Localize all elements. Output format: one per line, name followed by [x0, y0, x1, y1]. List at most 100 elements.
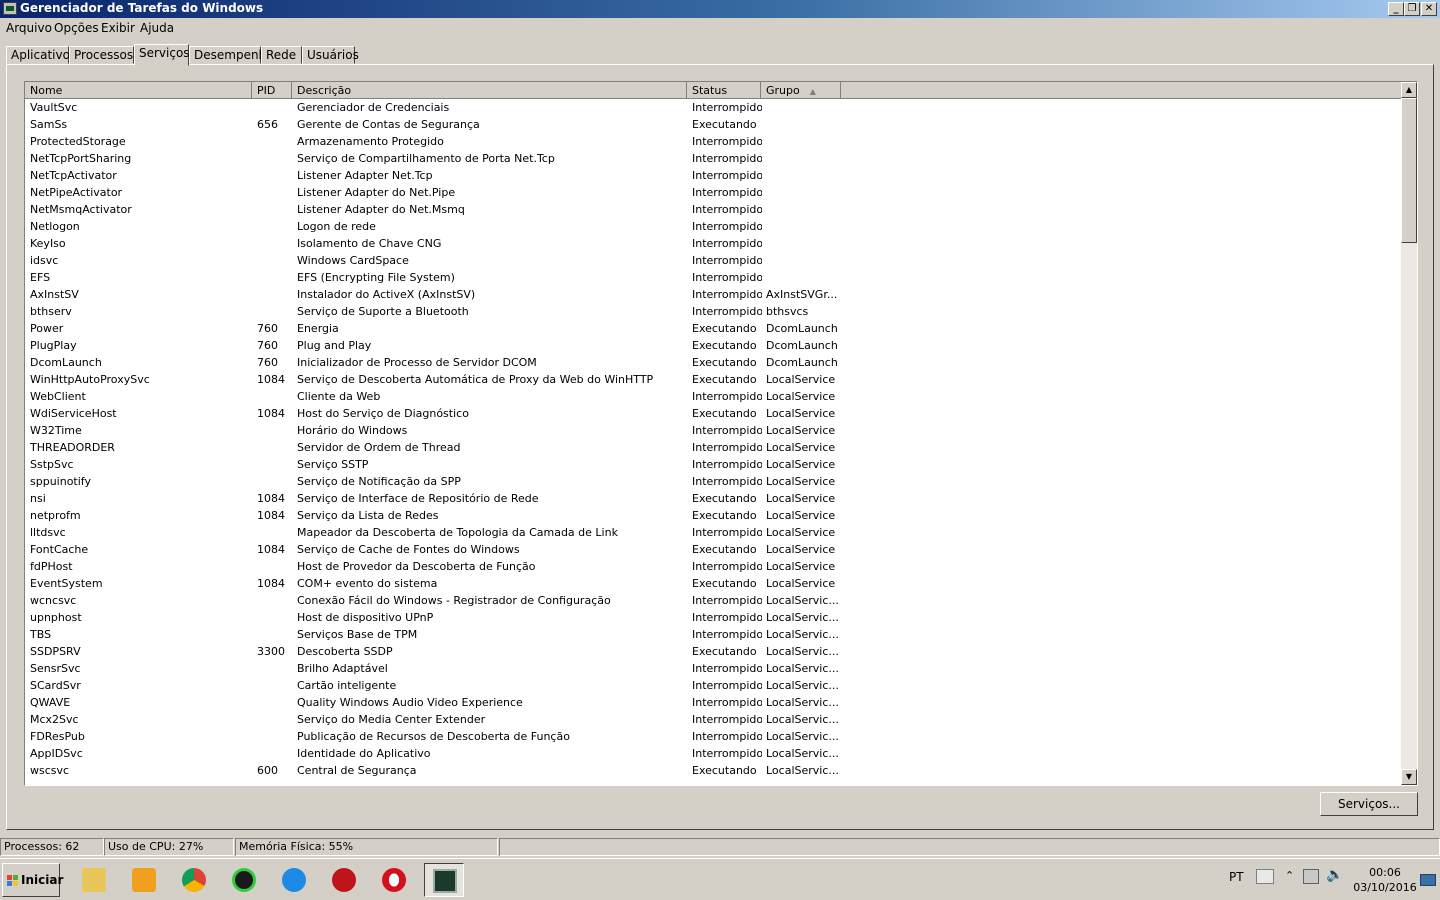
column-header-descricao[interactable]: Descrição [292, 82, 687, 99]
table-row[interactable]: Power 760 Energia Executando DcomLaunch [25, 320, 1401, 337]
table-row[interactable]: NetTcpActivator Listener Adapter Net.Tcp I… [25, 167, 1401, 184]
show-hidden-icons-icon[interactable]: ⌃ [1285, 869, 1294, 882]
minimize-button[interactable]: _ [1388, 2, 1404, 16]
service-name: SensrSvc [30, 662, 81, 675]
service-name: FontCache [30, 543, 89, 556]
table-row[interactable]: WinHttpAutoProxySvc 1084 Serviço de Descob… [25, 371, 1401, 388]
scroll-down-button[interactable]: ▼ [1401, 769, 1417, 785]
vertical-scrollbar[interactable]: ▲ ▼ [1401, 82, 1417, 785]
column-header-nome[interactable]: Nome [25, 82, 252, 99]
service-status: Interrompido [692, 560, 762, 573]
service-status: Interrompido [692, 594, 762, 607]
tab-aplicativos[interactable]: Aplicativos [6, 46, 76, 64]
table-row[interactable]: QWAVE Quality Windows Audio Video Experie… [25, 694, 1401, 711]
table-row[interactable]: NetMsmqActivator Listener Adapter do Net.… [25, 201, 1401, 218]
service-name: ProtectedStorage [30, 135, 126, 148]
table-row[interactable]: NetPipeActivator Listener Adapter do Net.… [25, 184, 1401, 201]
show-desktop-icon[interactable] [1420, 874, 1436, 886]
tab-servicos[interactable]: Serviços [134, 44, 190, 66]
table-row[interactable]: WdiServiceHost 1084 Host do Serviço de Dia… [25, 405, 1401, 422]
table-row[interactable]: bthserv Serviço de Suporte a Bluetooth Int… [25, 303, 1401, 320]
table-row[interactable]: THREADORDER Servidor de Ordem de Thread In… [25, 439, 1401, 456]
scroll-up-button[interactable]: ▲ [1401, 82, 1417, 98]
service-group: LocalService [766, 373, 836, 386]
table-row[interactable]: lltdsvc Mapeador da Descoberta de Topolog… [25, 524, 1401, 541]
table-row[interactable]: VaultSvc Gerenciador de Credenciais Interr… [25, 99, 1401, 116]
language-indicator[interactable]: PT [1229, 870, 1244, 884]
taskbar-app-chrome[interactable] [174, 863, 214, 897]
table-row[interactable]: FDResPub Publicação de Recursos de Descob… [25, 728, 1401, 745]
table-row[interactable]: sppuinotify Serviço de Notificação da SPP… [25, 473, 1401, 490]
tab-processos[interactable]: Processos [69, 46, 134, 64]
table-row[interactable]: ProtectedStorage Armazenamento Protegido I… [25, 133, 1401, 150]
taskbar-app-red-app[interactable] [324, 863, 364, 897]
keyboard-icon[interactable] [1256, 869, 1274, 884]
service-name: sppuinotify [30, 475, 91, 488]
taskbar-app-blue-app[interactable] [274, 863, 314, 897]
table-row[interactable]: SensrSvc Brilho Adaptável Interrompido Loca… [25, 660, 1401, 677]
menu-exibir[interactable]: Exibir [101, 21, 135, 35]
table-row[interactable]: nsi 1084 Serviço de Interface de Repositór… [25, 490, 1401, 507]
table-row[interactable]: EFS EFS (Encrypting File System) Interromp… [25, 269, 1401, 286]
table-row[interactable]: FontCache 1084 Serviço de Cache de Fontes … [25, 541, 1401, 558]
table-row[interactable]: SamSs 656 Gerente de Contas de Segurança Ex… [25, 116, 1401, 133]
taskbar-app-opera[interactable] [374, 863, 414, 897]
restore-button[interactable]: ❐ [1404, 2, 1420, 16]
table-row[interactable]: wcncsvc Conexão Fácil do Windows - Regist… [25, 592, 1401, 609]
table-row[interactable]: wscsvc 600 Central de Segurança Executando L… [25, 762, 1401, 779]
table-row[interactable]: AxInstSV Instalador do ActiveX (AxInstSV)… [25, 286, 1401, 303]
taskbar-app-media-player[interactable] [124, 863, 164, 897]
table-row[interactable]: SstpSvc Serviço SSTP Interrompido LocalServ… [25, 456, 1401, 473]
table-row[interactable]: Mcx2Svc Serviço do Media Center Extender I… [25, 711, 1401, 728]
service-description: Windows CardSpace [297, 254, 409, 267]
table-row[interactable]: KeyIso Isolamento de Chave CNG Interrompid… [25, 235, 1401, 252]
table-row[interactable]: AppIDSvc Identidade do Aplicativo Interrom… [25, 745, 1401, 762]
table-row[interactable]: PlugPlay 760 Plug and Play Executando DcomLa… [25, 337, 1401, 354]
table-row[interactable]: EventSystem 1084 COM+ evento do sistema Exe… [25, 575, 1401, 592]
taskbar-app-file-explorer[interactable] [74, 863, 114, 897]
table-row[interactable]: NetTcpPortSharing Serviço de Compartilham… [25, 150, 1401, 167]
taskbar-app-green-app[interactable] [224, 863, 264, 897]
service-description: Quality Windows Audio Video Experience [297, 696, 523, 709]
taskbar-app-task-manager[interactable] [424, 863, 464, 897]
service-status: Interrompido [692, 220, 762, 233]
service-name: AppIDSvc [30, 747, 83, 760]
service-description: Serviço de Cache de Fontes do Windows [297, 543, 520, 556]
table-row[interactable]: SCardSvr Cartão inteligente Interrompido Lo… [25, 677, 1401, 694]
tab-desempenho[interactable]: Desempenho [189, 46, 274, 64]
table-row[interactable]: TBS Serviços Base de TPM Interrompido Local… [25, 626, 1401, 643]
close-button[interactable]: ✕ [1421, 2, 1437, 16]
table-row[interactable]: fdPHost Host de Provedor da Descoberta de… [25, 558, 1401, 575]
column-header-pid[interactable]: PID [252, 82, 292, 99]
table-row[interactable]: Netlogon Logon de rede Interrompido [25, 218, 1401, 235]
volume-icon[interactable]: 🔈 [1326, 867, 1343, 883]
service-group: LocalServic... [766, 628, 839, 641]
menu-ajuda[interactable]: Ajuda [140, 21, 174, 35]
service-name: wcncsvc [30, 594, 77, 607]
table-row[interactable]: WebClient Cliente da Web Interrompido Local… [25, 388, 1401, 405]
services-list[interactable]: Nome PID Descrição Status Grupo ▲ VaultSv… [24, 81, 1418, 786]
service-description: Host de dispositivo UPnP [297, 611, 434, 624]
table-row[interactable]: DcomLaunch 760 Inicializador de Processo d… [25, 354, 1401, 371]
table-row[interactable]: W32Time Horário do Windows Interrompido Loc… [25, 422, 1401, 439]
table-row[interactable]: upnphost Host de dispositivo UPnP Interrom… [25, 609, 1401, 626]
column-header-status[interactable]: Status [687, 82, 761, 99]
service-status: Interrompido [692, 135, 762, 148]
service-group: LocalService [766, 577, 836, 590]
table-row[interactable]: SSDPSRV 3300 Descoberta SSDP Executando Loca… [25, 643, 1401, 660]
network-icon[interactable] [1303, 869, 1319, 884]
services-button[interactable]: Serviços... [1320, 792, 1418, 816]
scroll-thumb[interactable] [1401, 98, 1417, 243]
start-button[interactable]: Iniciar [2, 863, 63, 897]
service-name: SamSs [30, 118, 68, 131]
table-row[interactable]: netprofm 1084 Serviço da Lista de Redes Exe… [25, 507, 1401, 524]
clock[interactable]: 00:06 03/10/2016 [1352, 865, 1418, 895]
menu-arquivo[interactable]: Arquivo [6, 21, 52, 35]
tab-usuarios[interactable]: Usuários [302, 46, 359, 64]
table-row[interactable]: idsvc Windows CardSpace Interrompido [25, 252, 1401, 269]
tab-rede[interactable]: Rede [261, 46, 302, 64]
column-header-grupo[interactable]: Grupo ▲ [761, 82, 841, 99]
service-status: Interrompido [692, 169, 762, 182]
menu-opcoes[interactable]: Opções [54, 21, 99, 35]
service-description: Armazenamento Protegido [297, 135, 444, 148]
